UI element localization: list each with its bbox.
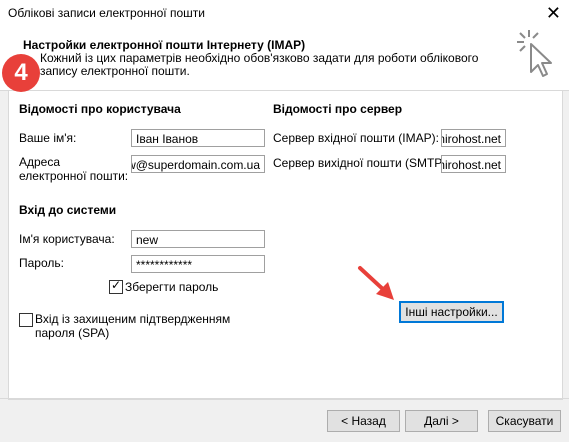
username-field[interactable]: new [131, 230, 265, 248]
settings-panel: Відомості про користувача Ваше ім'я: Іва… [8, 90, 563, 400]
remember-password-checkbox[interactable]: ✓ [109, 278, 123, 294]
incoming-server-field[interactable]: mirohost.net [441, 129, 506, 147]
cursor-click-icon [517, 30, 552, 77]
more-settings-button[interactable]: Інші настройки... [399, 301, 504, 323]
server-info-heading: Відомості про сервер [273, 102, 403, 116]
window-title: Облікові записи електронної пошти [8, 6, 205, 20]
name-field[interactable]: Іван Іванов [131, 129, 265, 147]
user-info-heading: Відомості про користувача [19, 102, 181, 116]
outgoing-server-label: Сервер вихідної пошти (SMTP): [273, 156, 450, 170]
email-label: Адреса електронної пошти: [19, 155, 129, 183]
cancel-button[interactable]: Скасувати [488, 410, 561, 432]
wizard-header: Настройки електронної пошти Інтернету (I… [0, 28, 569, 91]
password-label: Пароль: [19, 256, 64, 270]
footer-divider [0, 398, 569, 399]
email-field-value: new@superdomain.com.ua [132, 158, 260, 172]
outgoing-server-field[interactable]: mirohost.net [441, 155, 506, 173]
spa-checkbox[interactable] [19, 313, 33, 327]
remember-password-label: Зберегти пароль [125, 280, 219, 294]
title-bar: Облікові записи електронної пошти ✕ [0, 0, 569, 28]
header-title: Настройки електронної пошти Інтернету (I… [23, 38, 306, 52]
outgoing-server-value: mirohost.net [441, 158, 501, 172]
step-badge: 4 [2, 54, 40, 92]
username-label: Ім'я користувача: [19, 232, 115, 246]
back-button[interactable]: < Назад [327, 410, 400, 432]
incoming-server-label: Сервер вхідної пошти (IMAP): [273, 131, 439, 145]
password-field[interactable]: ************ [131, 255, 265, 273]
spa-label: Вхід із захищеним підтвердженням пароля … [35, 312, 231, 340]
name-label: Ваше ім'я: [19, 131, 77, 145]
email-field[interactable]: new@superdomain.com.ua [131, 155, 265, 173]
close-icon[interactable]: ✕ [546, 2, 561, 24]
header-description: Кожний із цих параметрів необхідно обов'… [40, 51, 479, 78]
login-heading: Вхід до системи [19, 203, 117, 217]
red-arrow-icon [358, 266, 394, 300]
next-button[interactable]: Далі > [405, 410, 478, 432]
incoming-server-value: mirohost.net [441, 132, 501, 146]
check-icon: ✓ [111, 278, 122, 292]
